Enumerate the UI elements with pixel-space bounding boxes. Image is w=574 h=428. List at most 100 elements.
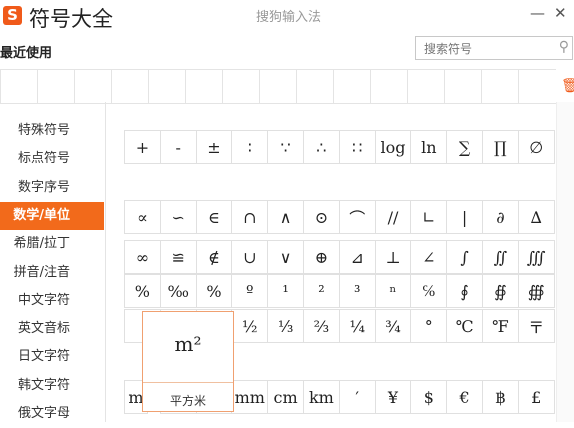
category-item[interactable]: 中文字符 xyxy=(0,287,104,315)
symbol-cell[interactable]: ℅ xyxy=(410,274,448,308)
symbol-cell[interactable]: ⅔ xyxy=(303,309,340,343)
symbol-cell[interactable]: ∅ xyxy=(517,130,555,164)
symbol-cell[interactable]: ∈ xyxy=(195,200,233,234)
symbol-cell[interactable]: ∩ xyxy=(231,200,269,234)
symbol-cell[interactable]: ³ xyxy=(338,274,376,308)
recent-symbol-slot[interactable] xyxy=(185,70,223,103)
symbol-cell[interactable]: ∽ xyxy=(159,200,197,234)
symbol-cell[interactable]: ⊥ xyxy=(374,240,412,274)
symbol-cell[interactable]: ¥ xyxy=(374,380,412,414)
symbol-cell[interactable]: ⊙ xyxy=(303,200,340,234)
minimize-button[interactable]: — xyxy=(530,4,545,22)
recent-symbol-slot[interactable] xyxy=(148,70,186,103)
symbol-cell[interactable]: ∟ xyxy=(410,200,448,234)
recent-symbol-slot[interactable] xyxy=(37,70,75,103)
symbol-cell[interactable]: ⊿ xyxy=(338,240,376,274)
close-button[interactable]: ✕ xyxy=(554,4,567,22)
symbol-cell[interactable]: km xyxy=(303,380,340,414)
symbol-cell[interactable]: ° xyxy=(410,309,448,343)
symbol-cell[interactable]: ∷ xyxy=(338,130,376,164)
symbol-cell[interactable]: ∨ xyxy=(267,240,304,274)
symbol-cell[interactable]: cm xyxy=(267,380,304,414)
search-box[interactable]: ⚲ xyxy=(415,36,573,60)
symbol-cell[interactable]: ⅓ xyxy=(267,309,304,343)
symbol-cell[interactable]: ½ xyxy=(231,309,269,343)
recent-symbol-slot[interactable] xyxy=(481,70,519,103)
symbol-cell[interactable]: ∑ xyxy=(446,130,483,164)
recent-symbol-slot[interactable] xyxy=(370,70,408,103)
category-item[interactable]: 日文字符 xyxy=(0,343,104,371)
symbol-cell[interactable]: ² xyxy=(303,274,340,308)
recent-symbol-slot[interactable] xyxy=(111,70,149,103)
symbol-cell[interactable]: £ xyxy=(517,380,555,414)
symbol-cell[interactable]: ⌒ xyxy=(338,200,376,234)
symbol-cell[interactable]: ‰ xyxy=(159,274,197,308)
recent-symbol-slot[interactable] xyxy=(444,70,482,103)
symbol-cell[interactable]: ln xyxy=(410,130,448,164)
category-item[interactable]: 数学/单位 xyxy=(0,201,104,230)
symbol-cell[interactable]: ∂ xyxy=(482,200,519,234)
recent-symbol-slot[interactable] xyxy=(222,70,260,103)
recent-symbol-slot[interactable] xyxy=(333,70,371,103)
symbol-cell[interactable]: ℉ xyxy=(482,309,519,343)
symbol-cell[interactable]: ≌ xyxy=(159,240,197,274)
category-item[interactable]: 希腊/拉丁 xyxy=(0,230,104,258)
trash-icon[interactable]: 🗑 xyxy=(561,78,574,94)
search-input[interactable] xyxy=(422,39,546,59)
symbol-cell[interactable]: ∯ xyxy=(482,274,519,308)
recent-symbol-slot[interactable] xyxy=(0,70,38,103)
symbol-cell[interactable]: $ xyxy=(410,380,448,414)
symbol-cell[interactable]: ∮ xyxy=(446,274,483,308)
symbol-cell[interactable]: ฿ xyxy=(482,380,519,414)
symbol-cell[interactable]: º xyxy=(231,274,269,308)
category-item[interactable]: 特殊符号 xyxy=(0,117,104,145)
symbol-cell[interactable]: ¹ xyxy=(267,274,304,308)
symbol-cell[interactable]: ± xyxy=(195,130,233,164)
symbol-cell[interactable]: | xyxy=(446,200,483,234)
symbol-cell[interactable]: ⊕ xyxy=(303,240,340,274)
recent-symbol-slot[interactable] xyxy=(74,70,112,103)
symbol-cell[interactable]: ∪ xyxy=(231,240,269,274)
symbol-cell[interactable]: ∧ xyxy=(267,200,304,234)
symbol-cell[interactable]: ∏ xyxy=(482,130,519,164)
category-item[interactable]: 标点符号 xyxy=(0,145,104,173)
recent-symbol-slot[interactable] xyxy=(518,70,556,103)
symbol-cell[interactable]: ∠ xyxy=(410,240,448,274)
symbol-cell[interactable]: ∬ xyxy=(482,240,519,274)
symbol-cell[interactable]: % xyxy=(124,274,161,308)
symbol-cell[interactable]: € xyxy=(446,380,483,414)
symbol-cell[interactable]: ∶ xyxy=(231,130,269,164)
symbol-cell[interactable]: log xyxy=(374,130,412,164)
recent-symbol-slot[interactable] xyxy=(296,70,334,103)
symbol-cell[interactable]: ℃ xyxy=(446,309,483,343)
symbol-cell[interactable]: ∞ xyxy=(124,240,161,274)
symbol-cell[interactable]: ∉ xyxy=(195,240,233,274)
search-icon[interactable]: ⚲ xyxy=(559,39,569,55)
symbol-cell[interactable]: - xyxy=(159,130,197,164)
symbol-cell[interactable]: ∴ xyxy=(303,130,340,164)
symbol-cell[interactable]: ∭ xyxy=(517,240,555,274)
category-item[interactable]: 数字序号 xyxy=(0,174,104,202)
symbol-cell[interactable]: ′ xyxy=(338,380,376,414)
symbol-cell[interactable]: ¼ xyxy=(338,309,376,343)
symbol-cell[interactable]: ∵ xyxy=(267,130,304,164)
symbol-cell[interactable]: 〒 xyxy=(517,309,555,343)
category-item[interactable]: 拼音/注音 xyxy=(0,259,104,287)
recent-symbol-slot[interactable] xyxy=(259,70,297,103)
symbol-cell[interactable]: % xyxy=(195,274,233,308)
window-subtitle: 搜狗输入法 xyxy=(256,10,322,25)
symbol-cell[interactable]: mm xyxy=(231,380,269,414)
symbol-cell[interactable]: ¾ xyxy=(374,309,412,343)
symbol-cell[interactable]: + xyxy=(124,130,161,164)
symbol-cell[interactable]: ⁿ xyxy=(374,274,412,308)
scrollbar[interactable] xyxy=(556,102,574,422)
category-item[interactable]: 俄文字母 xyxy=(0,400,104,428)
recent-symbol-slot[interactable] xyxy=(407,70,445,103)
symbol-cell[interactable]: ∫ xyxy=(446,240,483,274)
category-item[interactable]: 韩文字符 xyxy=(0,372,104,400)
symbol-cell[interactable]: // xyxy=(374,200,412,234)
symbol-cell[interactable]: ∰ xyxy=(517,274,555,308)
symbol-cell[interactable]: ∆ xyxy=(517,200,555,234)
category-item[interactable]: 英文音标 xyxy=(0,315,104,343)
symbol-cell[interactable]: ∝ xyxy=(124,200,161,234)
